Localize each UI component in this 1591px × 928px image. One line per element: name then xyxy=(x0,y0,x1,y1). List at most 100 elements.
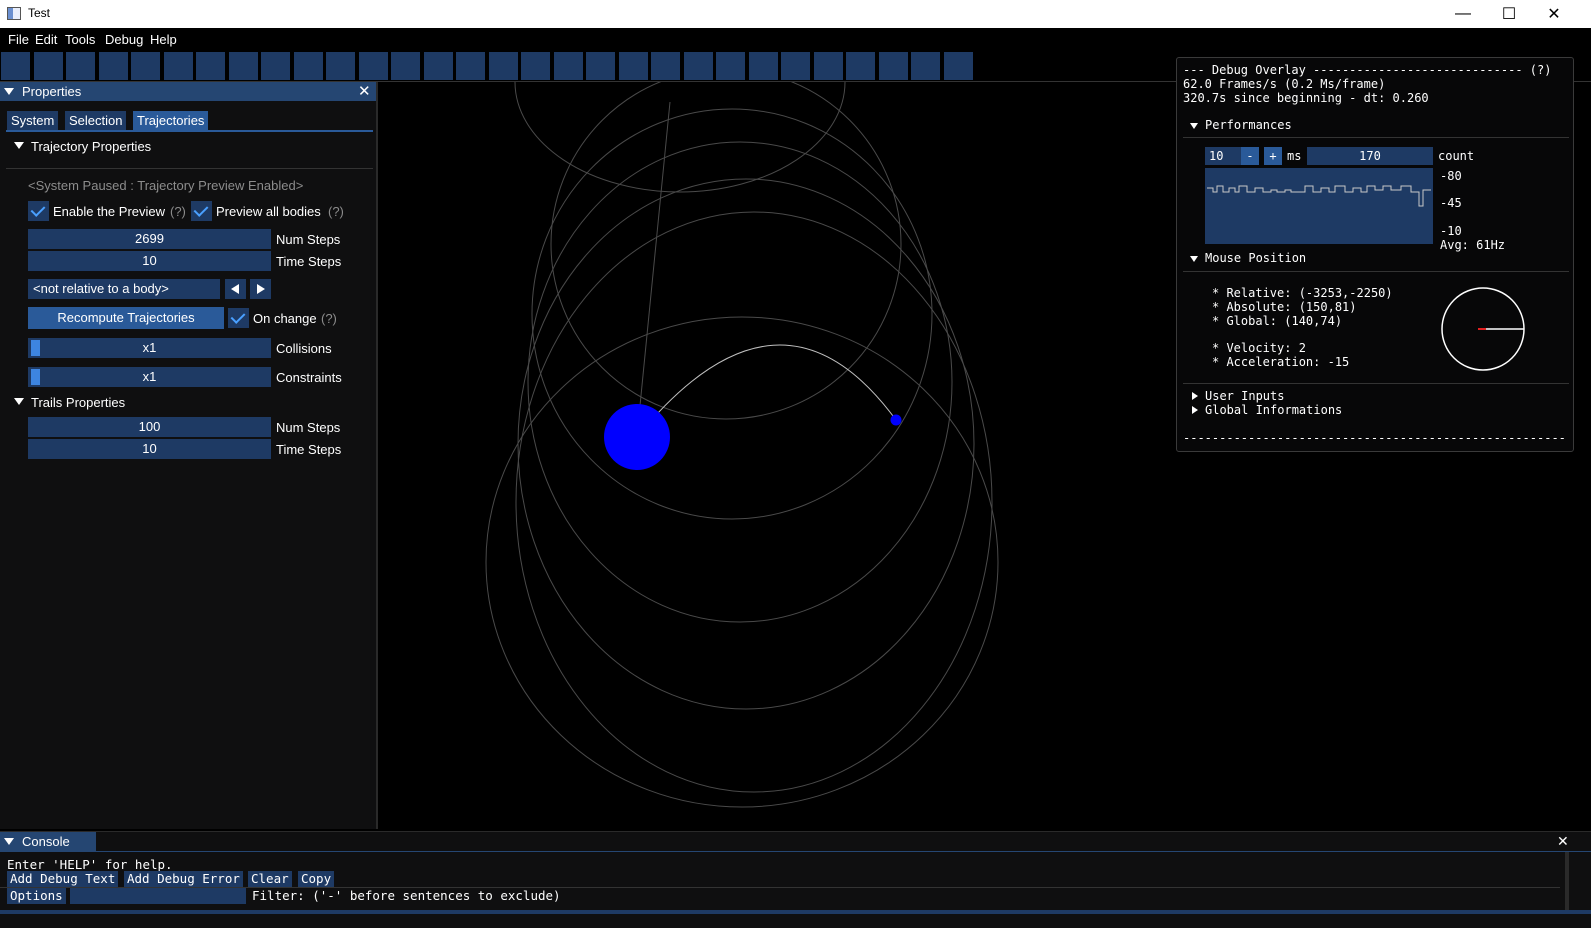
clear-button[interactable]: Clear xyxy=(248,871,292,887)
menu-help[interactable]: Help xyxy=(150,32,177,47)
trajectory-section-arrow-icon[interactable] xyxy=(14,142,24,149)
console-vertical-scrollbar[interactable] xyxy=(1565,852,1569,910)
toolbar-button[interactable] xyxy=(781,52,810,80)
mouse-position-arrow-icon[interactable] xyxy=(1190,256,1198,262)
toolbar-button[interactable] xyxy=(521,52,550,80)
toolbar-button[interactable] xyxy=(66,52,95,80)
enable-preview-checkbox[interactable] xyxy=(28,201,49,221)
user-inputs-arrow-icon[interactable] xyxy=(1192,392,1198,400)
frametime-line xyxy=(1207,185,1431,207)
close-icon[interactable]: ✕ xyxy=(358,84,371,99)
toolbar-button[interactable] xyxy=(423,52,453,80)
global-informations-arrow-icon[interactable] xyxy=(1192,406,1198,414)
toolbar-button[interactable] xyxy=(391,52,420,80)
toolbar-button[interactable] xyxy=(813,52,843,80)
collapse-icon[interactable] xyxy=(4,88,14,95)
decrement-button[interactable]: - xyxy=(1241,147,1259,165)
toolbar-button[interactable] xyxy=(618,52,648,80)
trajectory-orbit xyxy=(531,108,933,520)
fps-readout: 62.0 Frames/s (0.2 Ms/frame) xyxy=(1183,77,1386,91)
perf-min-input[interactable]: 10 xyxy=(1205,147,1244,165)
mouse-position-header[interactable]: Mouse Position xyxy=(1205,251,1306,265)
toolbar-button[interactable] xyxy=(98,52,128,80)
tab-trajectories[interactable]: Trajectories xyxy=(133,111,209,130)
tab-system[interactable]: System xyxy=(7,111,59,130)
menu-debug[interactable]: Debug xyxy=(105,32,143,47)
close-icon[interactable]: ✕ xyxy=(1557,834,1569,848)
toolbar-button[interactable] xyxy=(326,52,355,80)
toolbar-button[interactable] xyxy=(878,52,908,80)
trajectory-orbit xyxy=(515,211,993,793)
toolbar-button[interactable] xyxy=(846,52,875,80)
toolbar-button[interactable] xyxy=(748,52,778,80)
close-window-button[interactable]: ✕ xyxy=(1531,0,1577,28)
toolbar-button[interactable] xyxy=(943,52,973,80)
on-change-checkbox[interactable] xyxy=(228,308,249,328)
next-body-button[interactable] xyxy=(250,279,271,299)
collapse-icon[interactable] xyxy=(4,838,14,845)
prev-body-button[interactable] xyxy=(225,279,246,299)
num-steps-input[interactable]: 2699 xyxy=(28,229,271,249)
global-informations-header[interactable]: Global Informations xyxy=(1205,403,1342,417)
trail-time-steps-input[interactable]: 10 xyxy=(28,439,271,459)
tab-selection[interactable]: Selection xyxy=(65,111,127,130)
toolbar-button[interactable] xyxy=(683,52,713,80)
count-input[interactable]: 170 xyxy=(1307,147,1433,165)
filter-input[interactable] xyxy=(70,888,246,904)
menu-tools[interactable]: Tools xyxy=(65,32,95,47)
options-button[interactable]: Options xyxy=(7,888,66,904)
menu-file[interactable]: File xyxy=(8,32,29,47)
help-marker[interactable]: (?) xyxy=(170,204,186,219)
performances-arrow-icon[interactable] xyxy=(1190,123,1198,129)
toolbar-button[interactable] xyxy=(456,52,485,80)
orbiting-body[interactable] xyxy=(890,414,902,426)
properties-header[interactable]: Properties ✕ xyxy=(0,82,376,101)
user-inputs-header[interactable]: User Inputs xyxy=(1205,389,1284,403)
trails-section-arrow-icon[interactable] xyxy=(14,398,24,405)
toolbar-button[interactable] xyxy=(1,52,30,80)
recompute-trajectories-button[interactable]: Recompute Trajectories xyxy=(28,307,224,329)
preview-all-checkbox[interactable] xyxy=(191,201,212,221)
toolbar-button[interactable] xyxy=(163,52,193,80)
help-marker[interactable]: (?) xyxy=(328,204,344,219)
copy-button[interactable]: Copy xyxy=(298,871,335,887)
trail-num-steps-input[interactable]: 100 xyxy=(28,417,271,437)
help-marker[interactable]: (?) xyxy=(321,311,337,326)
toolbar-button[interactable] xyxy=(716,52,745,80)
toolbar-button[interactable] xyxy=(261,52,290,80)
toolbar-button[interactable] xyxy=(228,52,258,80)
toolbar-button[interactable] xyxy=(651,52,680,80)
toolbar-button[interactable] xyxy=(911,52,940,80)
collisions-slider[interactable]: x1 xyxy=(28,338,271,358)
toolbar-button[interactable] xyxy=(293,52,323,80)
trails-properties-header[interactable]: Trails Properties xyxy=(31,395,125,410)
mouse-acceleration: * Acceleration: -15 xyxy=(1212,355,1350,369)
console-scrollbar[interactable] xyxy=(0,910,1591,914)
slider-grab[interactable] xyxy=(31,369,40,385)
add-debug-error-button[interactable]: Add Debug Error xyxy=(124,871,243,887)
maximize-button[interactable]: ☐ xyxy=(1486,0,1532,28)
toolbar-button[interactable] xyxy=(488,52,518,80)
constraints-value: x1 xyxy=(142,369,157,384)
relative-body-combo[interactable]: <not relative to a body> xyxy=(28,279,220,299)
toolbar-button[interactable] xyxy=(131,52,160,80)
menu-bar: File Edit Tools Debug Help xyxy=(0,28,1591,50)
add-debug-text-button[interactable]: Add Debug Text xyxy=(7,871,119,887)
central-body[interactable] xyxy=(604,404,670,470)
performances-header[interactable]: Performances xyxy=(1205,118,1292,132)
toolbar-button[interactable] xyxy=(586,52,615,80)
console-header[interactable]: Console xyxy=(0,832,96,851)
slider-grab[interactable] xyxy=(31,340,40,356)
minimize-button[interactable]: — xyxy=(1440,0,1486,28)
toolbar-button[interactable] xyxy=(553,52,583,80)
trajectory-properties-header[interactable]: Trajectory Properties xyxy=(31,139,151,154)
time-steps-input[interactable]: 10 xyxy=(28,251,271,271)
toolbar-button[interactable] xyxy=(33,52,63,80)
mouse-absolute: * Absolute: (150,81) xyxy=(1212,300,1357,314)
constraints-slider[interactable]: x1 xyxy=(28,367,271,387)
toolbar-button[interactable] xyxy=(196,52,225,80)
mouse-velocity: * Velocity: 2 xyxy=(1212,341,1306,355)
increment-button[interactable]: + xyxy=(1264,147,1282,165)
menu-edit[interactable]: Edit xyxy=(35,32,57,47)
toolbar-button[interactable] xyxy=(358,52,388,80)
